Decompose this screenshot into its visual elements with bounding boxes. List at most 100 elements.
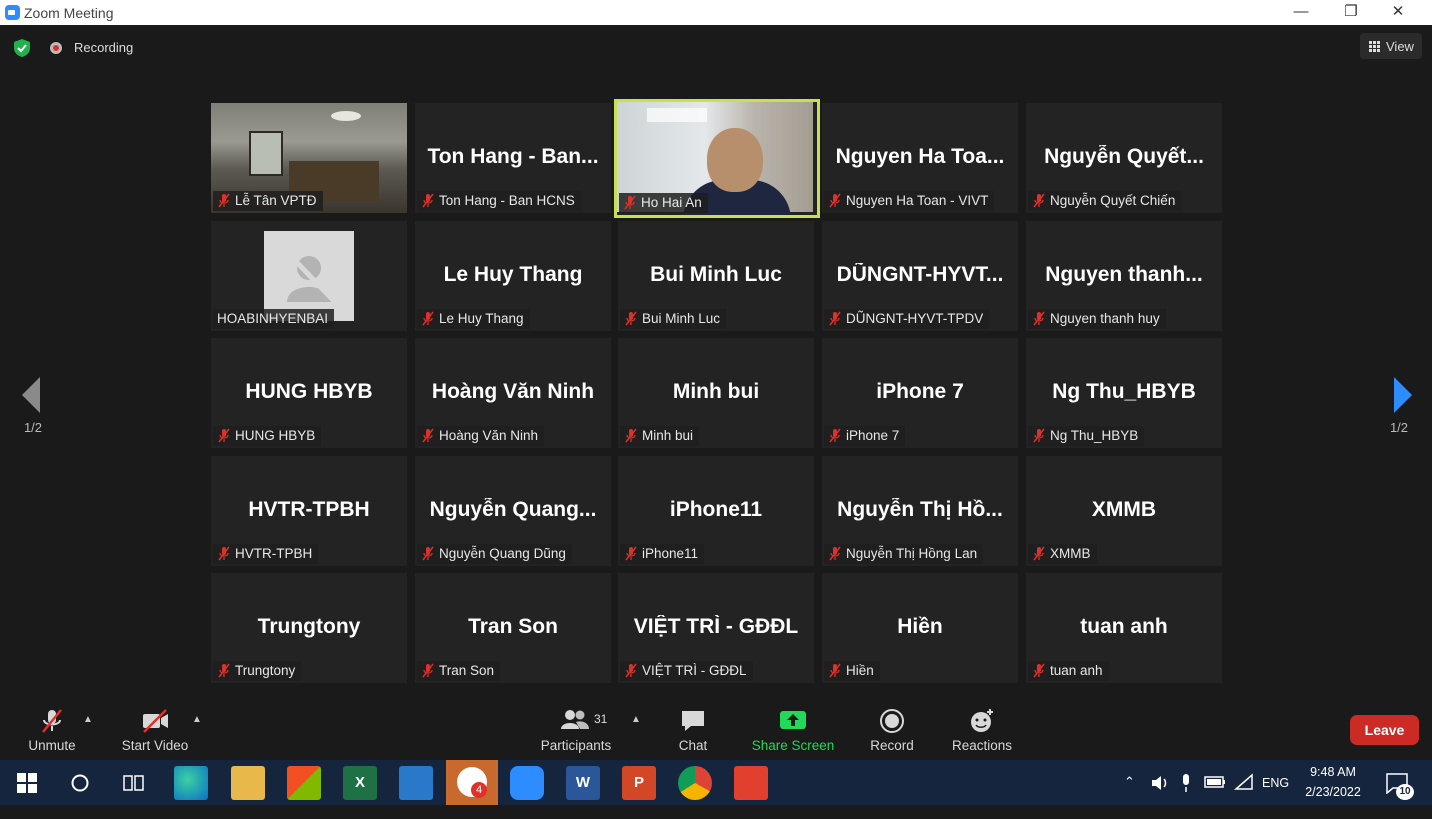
powerpoint-icon[interactable]: P xyxy=(622,766,656,800)
participant-tile[interactable]: Ho Hai An xyxy=(614,99,820,218)
participant-name: Nguyễn Quang Dũng xyxy=(439,546,566,561)
share-screen-icon xyxy=(780,711,806,729)
unmute-button[interactable]: Unmute xyxy=(14,700,90,760)
share-screen-button[interactable]: Share Screen xyxy=(748,700,838,760)
participant-tile[interactable]: XMMB XMMB xyxy=(1026,456,1222,566)
participant-tile[interactable]: HOABINHYENBAI xyxy=(211,221,407,331)
prev-page-arrow-icon[interactable] xyxy=(18,375,48,415)
muted-mic-icon xyxy=(1033,311,1045,326)
participant-display-name: Nguyễn Quang... xyxy=(429,498,597,521)
participant-tile[interactable]: DŨNGNT-HYVT... DŨNGNT-HYVT-TPDV xyxy=(822,221,1018,331)
tray-overflow-chevron-icon[interactable]: ⌃ xyxy=(1124,774,1140,819)
edge-browser-icon[interactable] xyxy=(174,766,208,800)
file-explorer-icon[interactable] xyxy=(231,766,265,800)
task-view-icon[interactable] xyxy=(123,773,145,793)
next-page-arrow-icon[interactable] xyxy=(1386,375,1416,415)
participant-tile[interactable]: Lễ Tân VPTĐ xyxy=(211,103,407,213)
participants-caret-icon[interactable]: ▲ xyxy=(631,714,641,725)
participant-tile[interactable]: Bui Minh Luc Bui Minh Luc xyxy=(618,221,814,331)
chrome-icon[interactable] xyxy=(678,766,712,800)
record-button[interactable]: Record xyxy=(860,700,924,760)
muted-mic-icon xyxy=(625,546,637,561)
participant-display-name: Trungtony xyxy=(257,615,361,638)
participant-tile[interactable]: HVTR-TPBH HVTR-TPBH xyxy=(211,456,407,566)
muted-mic-icon xyxy=(422,546,434,561)
participant-name-tag: Nguyen thanh huy xyxy=(1028,309,1166,329)
participant-tile[interactable]: Nguyen thanh... Nguyen thanh huy xyxy=(1026,221,1222,331)
no-video-avatar-icon xyxy=(285,250,335,302)
battery-icon[interactable] xyxy=(1204,776,1226,788)
participant-display-name: Hoàng Văn Ninh xyxy=(431,380,595,403)
participants-button[interactable]: 31 Participants xyxy=(536,700,616,760)
participant-display-name: Minh bui xyxy=(672,380,760,403)
wifi-icon[interactable] xyxy=(1234,773,1254,791)
view-button[interactable]: View xyxy=(1360,33,1422,59)
volume-icon[interactable] xyxy=(1150,774,1170,792)
participant-display-name: iPhone11 xyxy=(669,498,763,521)
grid-view-icon xyxy=(1369,41,1380,52)
video-options-caret-icon[interactable]: ▲ xyxy=(192,714,202,725)
participant-tile[interactable]: Nguyễn Quyết... Nguyễn Quyết Chiến xyxy=(1026,103,1222,213)
start-video-button[interactable]: Start Video xyxy=(112,700,198,760)
mail-icon[interactable] xyxy=(399,766,433,800)
participant-name-tag: iPhone 7 xyxy=(824,426,906,446)
participant-name: Le Huy Thang xyxy=(439,311,524,326)
search-icon[interactable] xyxy=(70,773,90,793)
reactions-button[interactable]: Reactions xyxy=(946,700,1018,760)
participant-name-tag: tuan anh xyxy=(1028,661,1109,681)
restore-button[interactable]: ❐ xyxy=(1328,0,1374,25)
muted-mic-icon xyxy=(625,663,637,678)
participant-tile[interactable]: Le Huy Thang Le Huy Thang xyxy=(415,221,611,331)
participant-tile[interactable]: tuan anh tuan anh xyxy=(1026,573,1222,683)
excel-icon[interactable]: X xyxy=(343,766,377,800)
participant-tile[interactable]: Ton Hang - Ban... Ton Hang - Ban HCNS xyxy=(415,103,611,213)
participant-display-name: Nguyễn Thị Hồ... xyxy=(837,498,1003,521)
chat-button[interactable]: Chat xyxy=(662,700,724,760)
leave-button[interactable]: Leave xyxy=(1350,715,1419,745)
close-button[interactable]: ✕ xyxy=(1375,0,1421,25)
participant-tile[interactable]: Hoàng Văn Ninh Hoàng Văn Ninh xyxy=(415,338,611,448)
windows-start-icon[interactable] xyxy=(17,773,37,793)
zoom-taskbar-highlight[interactable]: 4 xyxy=(446,760,498,805)
participant-tile[interactable]: Nguyễn Quang... Nguyễn Quang Dũng xyxy=(415,456,611,566)
participant-name-tag: VIỆT TRÌ - GĐĐL xyxy=(620,661,753,681)
participant-tile[interactable]: iPhone11 iPhone11 xyxy=(618,456,814,566)
participant-name-tag: iPhone11 xyxy=(620,544,705,564)
recording-indicator[interactable]: Recording xyxy=(44,37,146,59)
participant-tile[interactable]: Trungtony Trungtony xyxy=(211,573,407,683)
participant-display-name: Nguyen thanh... xyxy=(1045,263,1203,286)
participant-tile[interactable]: Ng Thu_HBYB Ng Thu_HBYB xyxy=(1026,338,1222,448)
clock-date[interactable]: 2/23/2022 xyxy=(1300,785,1366,803)
participant-tile[interactable]: Hiền Hiền xyxy=(822,573,1018,683)
participant-name-tag: Nguyen Ha Toan - VIVT xyxy=(824,191,995,211)
foxit-reader-icon[interactable] xyxy=(734,766,768,800)
avatar-placeholder xyxy=(264,231,354,321)
participant-name: Hiền xyxy=(846,663,874,678)
microphone-tray-icon[interactable] xyxy=(1180,773,1192,793)
muted-mic-icon xyxy=(829,546,841,561)
participant-name-tag: Ng Thu_HBYB xyxy=(1028,426,1145,446)
minimize-button[interactable]: — xyxy=(1278,0,1324,25)
participant-tile[interactable]: HUNG HBYB HUNG HBYB xyxy=(211,338,407,448)
participant-display-name: Nguyen Ha Toa... xyxy=(835,145,1005,168)
participant-tile[interactable]: VIỆT TRÌ - GĐĐL VIỆT TRÌ - GĐĐL xyxy=(618,573,814,683)
audio-options-caret-icon[interactable]: ▲ xyxy=(83,714,93,725)
word-icon[interactable]: W xyxy=(566,766,600,800)
participant-name: iPhone 7 xyxy=(846,428,900,443)
view-label: View xyxy=(1386,39,1414,54)
participant-name: Nguyễn Quyết Chiến xyxy=(1050,193,1176,208)
participant-tile[interactable]: Nguyen Ha Toa... Nguyen Ha Toan - VIVT xyxy=(822,103,1018,213)
participant-tile[interactable]: iPhone 7 iPhone 7 xyxy=(822,338,1018,448)
zoom-client-icon[interactable] xyxy=(510,766,544,800)
participant-tile[interactable]: Minh bui Minh bui xyxy=(618,338,814,448)
participant-tile[interactable]: Tran Son Tran Son xyxy=(415,573,611,683)
participant-display-name: Ton Hang - Ban... xyxy=(427,145,599,168)
participant-display-name: Tran Son xyxy=(468,615,558,638)
participant-tile[interactable]: Nguyễn Thị Hồ... Nguyễn Thị Hồng Lan xyxy=(822,456,1018,566)
participant-name-tag: HUNG HBYB xyxy=(213,426,322,446)
encryption-shield-icon[interactable] xyxy=(12,38,32,58)
participants-count: 31 xyxy=(594,712,608,726)
microsoft-store-icon[interactable] xyxy=(287,766,321,800)
clock-time[interactable]: 9:48 AM xyxy=(1300,765,1366,783)
language-indicator[interactable]: ENG xyxy=(1262,776,1289,792)
